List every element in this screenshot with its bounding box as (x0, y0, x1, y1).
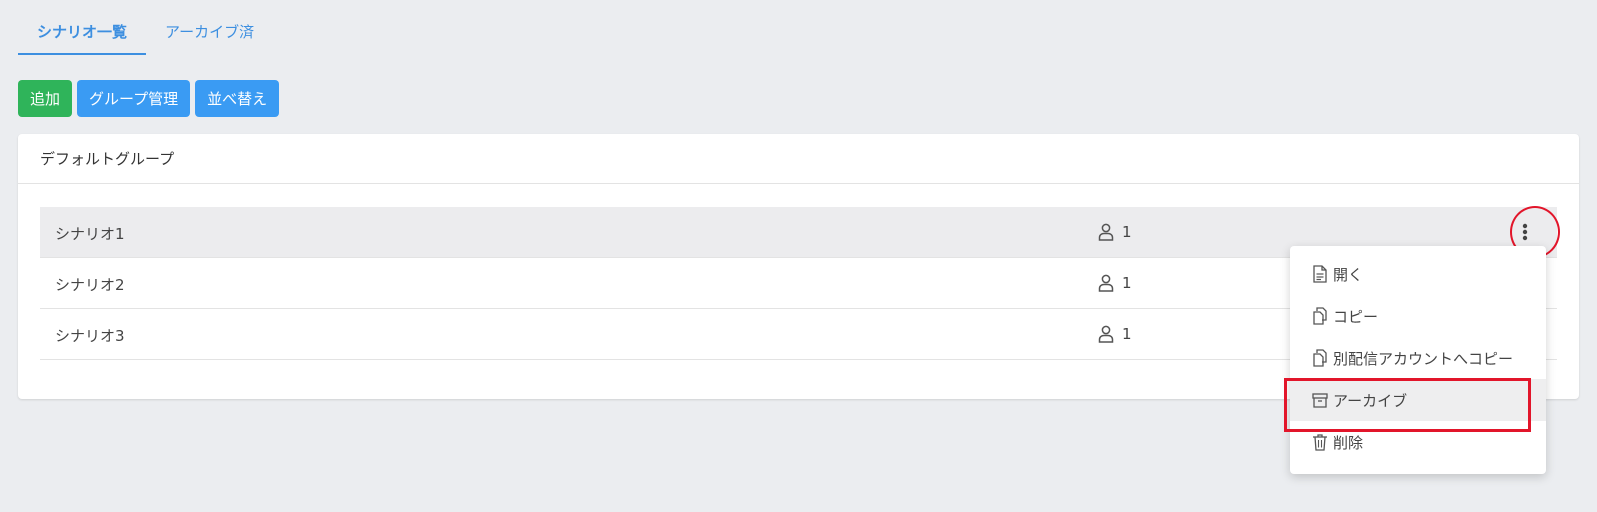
subscriber-count-value: 1 (1122, 274, 1132, 292)
document-icon (1313, 265, 1327, 283)
subscriber-count: 1 (1098, 223, 1132, 241)
copy-icon (1313, 349, 1327, 367)
menu-item-copy[interactable]: コピー (1290, 295, 1546, 337)
archive-icon (1312, 393, 1328, 408)
scenario-name[interactable]: シナリオ1 (55, 223, 125, 244)
group-manage-button[interactable]: グループ管理 (77, 80, 191, 117)
scenario-name[interactable]: シナリオ2 (55, 274, 125, 295)
user-icon (1098, 274, 1114, 292)
sort-button[interactable]: 並べ替え (195, 80, 280, 117)
menu-item-copy-to-account[interactable]: 別配信アカウントへコピー (1290, 337, 1546, 379)
menu-item-label: アーカイブ (1333, 391, 1408, 410)
group-title: デフォルトグループ (18, 134, 1579, 184)
user-icon (1098, 223, 1114, 241)
tab-archived[interactable]: アーカイブ済 (146, 12, 273, 55)
subscriber-count-value: 1 (1122, 325, 1132, 343)
menu-item-delete[interactable]: 削除 (1290, 421, 1546, 463)
copy-icon (1313, 307, 1327, 325)
toolbar: 追加 グループ管理 並べ替え (18, 80, 280, 117)
add-button[interactable]: 追加 (18, 80, 73, 117)
menu-item-label: 別配信アカウントへコピー (1333, 349, 1514, 368)
tab-bar: シナリオ一覧 アーカイブ済 (18, 12, 273, 55)
kebab-icon (1522, 223, 1528, 241)
menu-item-label: コピー (1333, 307, 1379, 326)
menu-item-label: 開く (1333, 265, 1364, 284)
scenario-name[interactable]: シナリオ3 (55, 325, 125, 346)
more-options-button[interactable] (1513, 220, 1537, 244)
menu-item-open[interactable]: 開く (1290, 253, 1546, 295)
subscriber-count-value: 1 (1122, 223, 1132, 241)
subscriber-count: 1 (1098, 325, 1132, 343)
menu-item-label: 削除 (1333, 433, 1364, 452)
trash-icon (1313, 434, 1327, 451)
user-icon (1098, 325, 1114, 343)
context-menu: 開く コピー 別配信アカウントへコピー アーカイブ 削除 (1290, 246, 1546, 474)
tab-scenario-list[interactable]: シナリオ一覧 (18, 12, 147, 55)
subscriber-count: 1 (1098, 274, 1132, 292)
menu-item-archive[interactable]: アーカイブ (1290, 379, 1546, 421)
